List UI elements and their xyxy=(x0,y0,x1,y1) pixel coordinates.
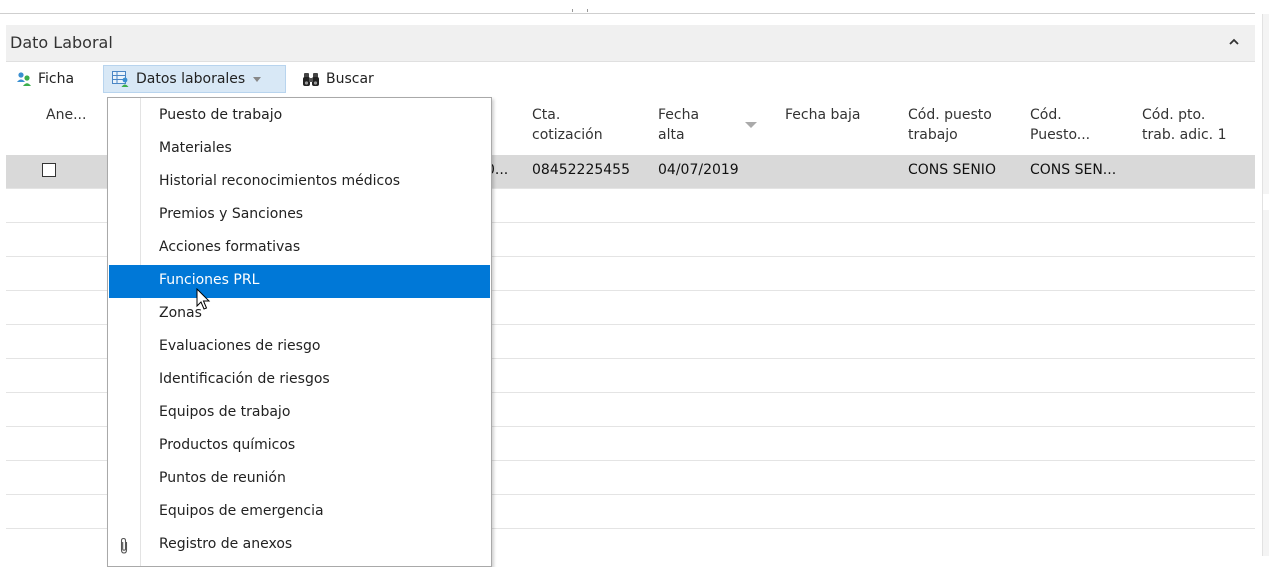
vertical-scrollbar[interactable] xyxy=(1262,14,1269,556)
cta-cotizacion-cell: 08452225455 xyxy=(532,162,630,178)
datos-laborales-dropdown-button[interactable]: Datos laborales xyxy=(103,65,286,93)
menu-item-materiales[interactable]: Materiales xyxy=(109,133,490,166)
menu-item-label: Acciones formativas xyxy=(159,239,301,255)
anexos-checkbox[interactable] xyxy=(42,163,56,177)
column-header-label: Puesto... xyxy=(1030,127,1091,143)
column-header-fecha-alta[interactable]: Fecha alta xyxy=(658,105,699,145)
column-header-label: Cód. puesto xyxy=(908,107,992,123)
menu-item-label: Premios y Sanciones xyxy=(159,206,304,222)
menu-item-funciones-prl[interactable]: Funciones PRL xyxy=(109,265,490,298)
menu-item-registro-de-anexos[interactable]: Registro de anexos xyxy=(109,529,490,562)
column-header-label: Cta. xyxy=(532,107,561,123)
menu-item-puntos-de-reunion[interactable]: Puntos de reunión xyxy=(109,463,490,496)
menu-item-label: Puesto de trabajo xyxy=(159,107,283,123)
column-header-label: cotización xyxy=(532,127,603,143)
menu-item-productos-quimicos[interactable]: Productos químicos xyxy=(109,430,490,463)
sort-descending-icon xyxy=(745,122,757,128)
column-header-label: Ane... xyxy=(46,107,87,123)
menu-item-label: Registro de anexos xyxy=(159,536,293,552)
users-icon xyxy=(17,72,31,86)
buscar-label: Buscar xyxy=(326,71,374,87)
top-separator xyxy=(0,13,1255,14)
menu-item-label: Identificación de riesgos xyxy=(159,371,330,387)
paperclip-icon xyxy=(120,537,128,554)
table-users-icon xyxy=(112,71,129,87)
chevron-up-icon[interactable] xyxy=(1227,35,1241,49)
menu-item-label: Historial reconocimientos médicos xyxy=(159,173,401,189)
column-header-cod-puesto[interactable]: Cód. Puesto... xyxy=(1030,105,1090,145)
column-header-cod-puesto-trabajo[interactable]: Cód. puesto trabajo xyxy=(908,105,992,145)
datos-laborales-label: Datos laborales xyxy=(136,71,246,87)
menu-item-label: Materiales xyxy=(159,140,232,156)
column-header-cod-pto-trab-adic-1[interactable]: Cód. pto. trab. adic. 1 xyxy=(1142,105,1226,145)
menu-item-evaluaciones-de-riesgo[interactable]: Evaluaciones de riesgo xyxy=(109,331,490,364)
menu-item-premios-y-sanciones[interactable]: Premios y Sanciones xyxy=(109,199,490,232)
menu-item-label: Evaluaciones de riesgo xyxy=(159,338,321,354)
ficha-button[interactable]: Ficha xyxy=(16,65,74,93)
column-header-anexos[interactable]: Ane... xyxy=(46,105,86,125)
menu-item-puesto-de-trabajo[interactable]: Puesto de trabajo xyxy=(109,100,490,133)
column-header-label: Fecha xyxy=(658,107,700,123)
menu-item-historial-reconocimientos[interactable]: Historial reconocimientos médicos xyxy=(109,166,490,199)
cod-puesto-trabajo-cell: CONS SENIO xyxy=(908,162,996,178)
menu-item-acciones-formativas[interactable]: Acciones formativas xyxy=(109,232,490,265)
column-header-label: trabajo xyxy=(908,127,958,143)
chevron-down-icon xyxy=(253,76,262,82)
column-header-fecha-baja[interactable]: Fecha baja xyxy=(785,105,860,125)
menu-item-label: Puntos de reunión xyxy=(159,470,286,486)
column-header-label: alta xyxy=(658,127,685,143)
menu-item-equipos-de-trabajo[interactable]: Equipos de trabajo xyxy=(109,397,490,430)
menu-item-identificacion-de-riesgos[interactable]: Identificación de riesgos xyxy=(109,364,490,397)
column-header-cta-cotizacion[interactable]: Cta. cotización xyxy=(532,105,603,145)
binoculars-icon xyxy=(303,73,319,86)
panel-title: Dato Laboral xyxy=(10,33,113,52)
splitter-handle[interactable] xyxy=(572,9,588,12)
datos-laborales-menu: Puesto de trabajo Materiales Historial r… xyxy=(107,97,492,567)
fecha-alta-cell: 04/07/2019 xyxy=(658,162,739,178)
column-header-label: Fecha baja xyxy=(785,107,861,123)
menu-item-label: Equipos de emergencia xyxy=(159,503,324,519)
ficha-label: Ficha xyxy=(38,71,75,87)
mouse-pointer-icon xyxy=(196,288,211,310)
menu-item-zonas[interactable]: Zonas xyxy=(109,298,490,331)
toolbar: Ficha Datos laborales Buscar xyxy=(6,62,1255,96)
menu-item-label: Productos químicos xyxy=(159,437,296,453)
column-header-label: trab. adic. 1 xyxy=(1142,127,1227,143)
column-header-label: Cód. xyxy=(1030,107,1062,123)
menu-item-label: Equipos de trabajo xyxy=(159,404,291,420)
cod-puesto-cell: CONS SEN... xyxy=(1030,162,1117,178)
menu-item-label: Funciones PRL xyxy=(159,272,260,288)
column-header-label: Cód. pto. xyxy=(1142,107,1206,123)
buscar-button[interactable]: Buscar xyxy=(302,65,374,93)
menu-item-equipos-de-emergencia[interactable]: Equipos de emergencia xyxy=(109,496,490,529)
panel-header: Dato Laboral xyxy=(6,25,1255,62)
